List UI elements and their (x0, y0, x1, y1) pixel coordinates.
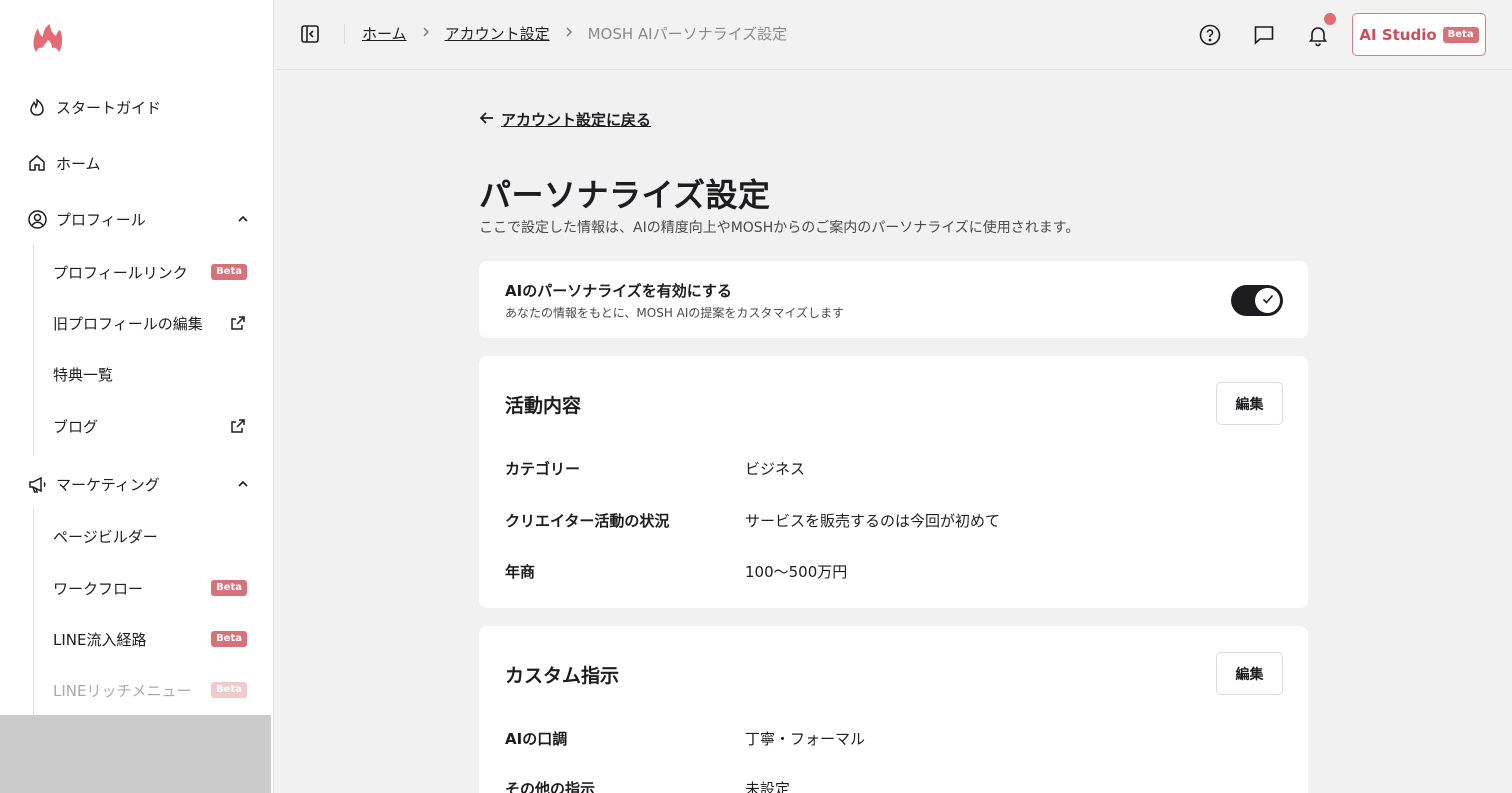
chevron-right-icon (421, 26, 431, 41)
submenu-rail (33, 509, 34, 715)
mosh-logo-icon[interactable] (30, 22, 66, 56)
row-value: 未設定 (745, 780, 791, 793)
breadcrumb-current: MOSH AIパーソナライズ設定 (587, 25, 788, 43)
chevron-up-icon[interactable] (235, 211, 251, 227)
chevron-up-icon[interactable] (235, 476, 251, 492)
activity-card: 活動内容 編集 カテゴリー ビジネス クリエイター活動の状況 サービスを販売する… (479, 356, 1308, 608)
sidebar-item-blog[interactable]: ブログ (53, 412, 247, 440)
chat-icon[interactable] (1252, 23, 1276, 47)
sidebar-item-benefits[interactable]: 特典一覧 (53, 360, 247, 388)
breadcrumb-home[interactable]: ホーム (362, 23, 407, 44)
row-value: 100〜500万円 (745, 563, 848, 581)
external-link-icon (229, 417, 247, 435)
nav-label: ホーム (56, 154, 101, 173)
row-value: サービスを販売するのは今回が初めて (745, 512, 1001, 530)
sub-label: 旧プロフィールの編集 (53, 314, 203, 333)
nav-label: スタートガイド (56, 98, 162, 117)
beta-badge: Beta (211, 682, 247, 698)
nav-marketing[interactable]: マーケティング (26, 469, 251, 499)
help-icon[interactable] (1198, 23, 1222, 47)
submenu-rail (33, 244, 34, 456)
sub-label: ページビルダー (53, 527, 158, 546)
page-description: ここで設定した情報は、AIの精度向上やMOSHからのご案内のパーソナライズに使用… (479, 220, 1080, 236)
edit-activity-button[interactable]: 編集 (1216, 382, 1283, 425)
chevron-right-icon (564, 26, 574, 41)
row-label: AIの口調 (505, 730, 568, 748)
sidebar-item-line-rich-menu[interactable]: LINEリッチメニュー Beta (53, 676, 247, 704)
row-label: その他の指示 (505, 780, 596, 793)
toggle-title: AIのパーソナライズを有効にする (505, 282, 732, 300)
row-value: ビジネス (745, 460, 806, 478)
sub-label: LINEリッチメニュー (53, 681, 192, 700)
header-divider (344, 24, 345, 44)
beta-badge: Beta (211, 264, 247, 280)
breadcrumb: ホーム アカウント設定 MOSH AIパーソナライズ設定 (362, 23, 787, 44)
sidebar: スタートガイド ホーム プロフィール プロフィールリンク Beta 旧プロフィー… (0, 0, 274, 793)
nav-start-guide[interactable]: スタートガイド (26, 92, 251, 122)
edit-custom-button[interactable]: 編集 (1216, 652, 1283, 695)
personalize-toggle[interactable] (1231, 285, 1283, 316)
beta-badge: Beta (1442, 26, 1479, 43)
row-label: クリエイター活動の状況 (505, 512, 670, 530)
row-value: 丁寧・フォーマル (745, 730, 866, 748)
nav-home[interactable]: ホーム (26, 148, 251, 178)
sub-label: ワークフロー (53, 579, 144, 598)
back-to-account-settings-link[interactable]: アカウント設定に戻る (479, 109, 651, 130)
top-header: ホーム アカウント設定 MOSH AIパーソナライズ設定 AI Studio B… (275, 0, 1512, 70)
custom-instructions-card: カスタム指示 編集 AIの口調 丁寧・フォーマル その他の指示 未設定 (479, 626, 1308, 793)
nav-label: プロフィール (56, 210, 146, 229)
notification-dot (1324, 13, 1336, 25)
row-label: カテゴリー (505, 460, 581, 478)
breadcrumb-account-settings[interactable]: アカウント設定 (445, 23, 550, 44)
back-link-label: アカウント設定に戻る (501, 111, 652, 129)
sidebar-item-line-inflow[interactable]: LINE流入経路 Beta (53, 625, 247, 653)
sub-label: ブログ (53, 417, 99, 436)
home-icon (26, 152, 48, 174)
nav-profile[interactable]: プロフィール (26, 204, 251, 234)
external-link-icon (229, 314, 247, 332)
toggle-knob (1255, 288, 1280, 313)
sub-label: プロフィールリンク (53, 263, 188, 282)
sidebar-item-page-builder[interactable]: ページビルダー (53, 522, 247, 550)
megaphone-icon (26, 473, 48, 495)
beta-badge: Beta (211, 631, 247, 647)
ai-studio-label: AI Studio (1359, 25, 1437, 44)
sidebar-item-workflow[interactable]: ワークフロー Beta (53, 574, 247, 602)
flame-icon (26, 96, 48, 118)
toggle-subtitle: あなたの情報をもとに、MOSH AIの提案をカスタマイズします (505, 306, 845, 320)
nav-label: マーケティング (56, 475, 160, 494)
sidebar-toggle-icon[interactable] (299, 23, 321, 45)
sidebar-item-old-profile[interactable]: 旧プロフィールの編集 (53, 309, 247, 337)
row-label: 年商 (505, 563, 536, 581)
user-circle-icon (26, 208, 48, 230)
sub-label: 特典一覧 (53, 365, 114, 384)
page-title: パーソナライズ設定 (479, 176, 771, 214)
ai-studio-button[interactable]: AI Studio Beta (1352, 13, 1486, 56)
sidebar-footer-overlay (0, 715, 271, 793)
check-icon (1261, 291, 1275, 310)
bell-icon[interactable] (1306, 23, 1330, 47)
arrow-left-icon (479, 110, 495, 130)
sidebar-item-profile-link[interactable]: プロフィールリンク Beta (53, 258, 247, 286)
sub-label: LINE流入経路 (53, 630, 147, 649)
beta-badge: Beta (211, 580, 247, 596)
section-title: カスタム指示 (505, 665, 620, 687)
personalize-toggle-card: AIのパーソナライズを有効にする あなたの情報をもとに、MOSH AIの提案をカ… (479, 261, 1308, 338)
section-title: 活動内容 (505, 395, 582, 417)
